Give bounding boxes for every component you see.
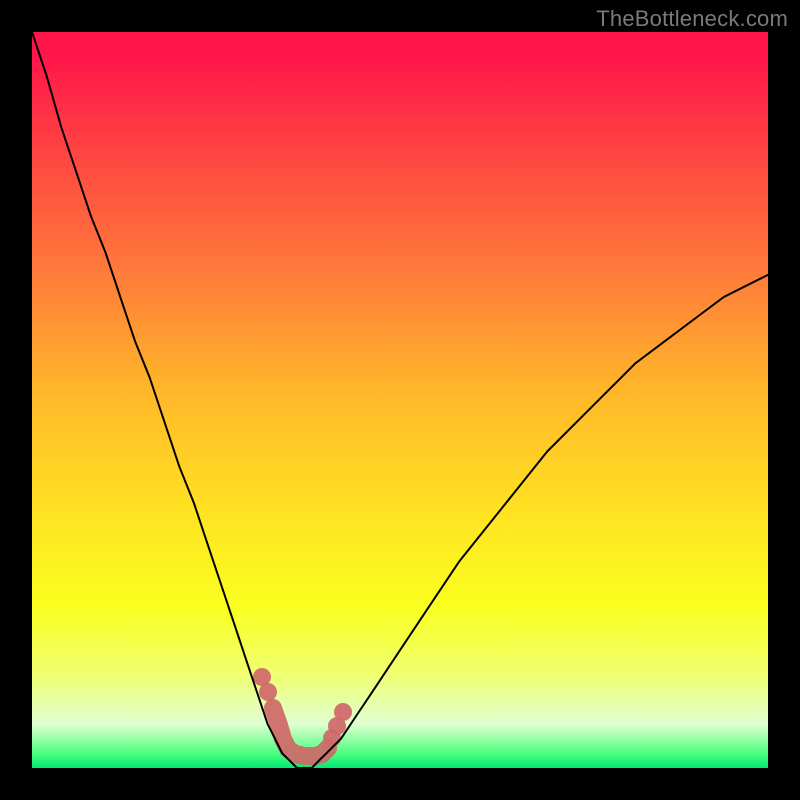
- curve-layer: [32, 32, 768, 768]
- watermark-text: TheBottleneck.com: [596, 6, 788, 32]
- outer-frame: TheBottleneck.com: [0, 0, 800, 800]
- bottleneck-curve: [32, 32, 768, 768]
- gradient-plot-area: [32, 32, 768, 768]
